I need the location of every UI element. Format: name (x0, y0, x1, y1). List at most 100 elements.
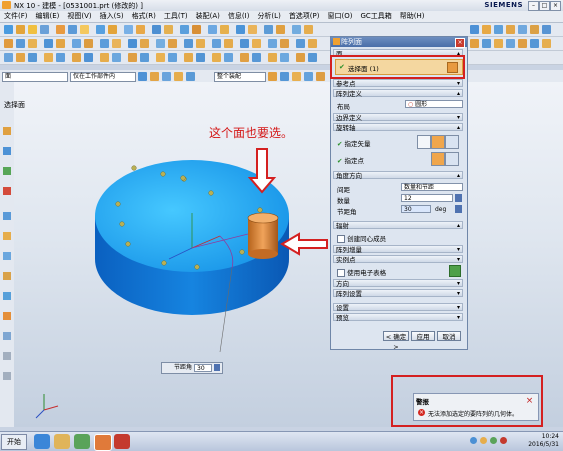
layout-select[interactable]: ○ 圆形 (405, 100, 463, 108)
filter-options-icon[interactable] (162, 72, 171, 81)
datum-plane-icon[interactable] (264, 25, 273, 34)
law-extension-icon[interactable] (140, 39, 149, 48)
ellipse-icon[interactable] (72, 53, 81, 62)
settings-nav-icon[interactable] (3, 372, 11, 380)
vector-dialog-icon[interactable] (417, 135, 431, 149)
snap-point-icon[interactable] (316, 72, 325, 81)
mirror-feature-icon[interactable] (136, 25, 145, 34)
delete-face-icon[interactable] (220, 25, 229, 34)
inferred-point-icon[interactable] (445, 152, 459, 166)
through-curve-mesh-icon[interactable] (16, 39, 25, 48)
move-to-layer-icon[interactable] (482, 39, 491, 48)
sew-icon[interactable] (84, 39, 93, 48)
nx-taskbar-icon[interactable] (94, 434, 112, 451)
part-navigator-icon[interactable] (3, 127, 11, 135)
assembly-navigator-icon[interactable] (3, 147, 11, 155)
count-dropdown-icon[interactable] (455, 194, 462, 202)
apply-button[interactable]: 应用 (411, 331, 435, 341)
powerpoint-icon[interactable] (114, 434, 130, 449)
maximize-button[interactable]: □ (539, 1, 550, 11)
history-icon[interactable] (3, 232, 11, 240)
section-radiate[interactable]: 辐射 ▴ (333, 221, 463, 230)
pitch-angle-input[interactable]: 30 (401, 205, 431, 213)
tray-volume-icon[interactable] (480, 437, 487, 444)
section-array-definition[interactable]: 阵列定义 ▴ (333, 89, 463, 98)
point-dialog-icon[interactable] (431, 152, 445, 166)
menu-view[interactable]: 视图(V) (63, 11, 95, 22)
section-curve-icon[interactable] (168, 53, 177, 62)
section-pattern-increment[interactable]: 阵列增量 ▾ (333, 245, 463, 254)
app-icon[interactable] (74, 434, 90, 449)
bridge-curve-icon[interactable] (184, 53, 193, 62)
point-icon[interactable] (304, 25, 313, 34)
snap-center-icon[interactable] (292, 72, 301, 81)
boolean-unite-icon[interactable] (56, 25, 65, 34)
create-concentric-row[interactable]: 创建同心成员 (337, 233, 386, 243)
menu-file[interactable]: 文件(F) (0, 11, 32, 22)
chamfer-icon[interactable] (96, 25, 105, 34)
orient-view-icon[interactable] (542, 25, 551, 34)
pitch-popup-input[interactable]: 30 (194, 364, 212, 372)
type-filter-select[interactable]: 面 (2, 72, 68, 82)
select-all-icon[interactable] (150, 72, 159, 81)
constraint-navigator-icon[interactable] (3, 167, 11, 175)
fill-surface-icon[interactable] (240, 39, 249, 48)
explorer-icon[interactable] (54, 434, 70, 449)
selected-cylinder[interactable] (247, 212, 279, 259)
menu-format[interactable]: 格式(R) (128, 11, 160, 22)
face-blend-icon[interactable] (168, 39, 177, 48)
wrap-curve-icon[interactable] (308, 53, 317, 62)
specify-vector-row[interactable]: ✔ 指定矢量 (337, 138, 371, 148)
n-sided-surface-icon[interactable] (184, 39, 193, 48)
face-rule-icon[interactable] (174, 72, 183, 81)
boolean-subtract-icon[interactable] (68, 25, 77, 34)
x-form-icon[interactable] (296, 39, 305, 48)
silhouette-flange-icon[interactable] (156, 39, 165, 48)
polygon-icon[interactable] (56, 53, 65, 62)
static-wireframe-icon[interactable] (530, 25, 539, 34)
circle-icon[interactable] (28, 53, 37, 62)
cylinder-side-face[interactable] (248, 218, 278, 254)
datum-axis-icon[interactable] (276, 25, 285, 34)
reuse-library-icon[interactable] (3, 187, 11, 195)
swept-icon[interactable] (28, 39, 37, 48)
section-reference-point[interactable]: 参考点 ▾ (333, 79, 463, 88)
move-face-icon[interactable] (208, 25, 217, 34)
ruled-icon[interactable] (212, 39, 221, 48)
pitch-popup-dropdown-icon[interactable] (214, 364, 220, 371)
section-surface-icon[interactable] (196, 39, 205, 48)
revolve-icon[interactable] (28, 25, 37, 34)
sogou-icon[interactable] (34, 434, 50, 449)
section-boundary[interactable]: 边界定义 ▾ (333, 113, 463, 122)
snap-mid-icon[interactable] (280, 72, 289, 81)
pitch-dropdown-icon[interactable] (455, 205, 462, 213)
measure-body-icon[interactable] (518, 39, 527, 48)
tray-security-icon[interactable] (490, 437, 497, 444)
sketch-icon[interactable] (4, 25, 13, 34)
extract-curve-icon[interactable] (252, 53, 261, 62)
taskbar-clock[interactable]: 10:24 2016/5/31 (528, 433, 559, 449)
datum-csys-icon[interactable] (292, 25, 301, 34)
bounded-plane-icon[interactable] (56, 39, 65, 48)
transition-icon[interactable] (252, 39, 261, 48)
minimize-button[interactable]: – (528, 1, 539, 11)
extract-geometry-icon[interactable] (128, 39, 137, 48)
roles-icon[interactable] (3, 312, 11, 320)
web-browser-icon[interactable] (3, 212, 11, 220)
text-icon[interactable] (112, 53, 121, 62)
offset-curve-icon[interactable] (128, 53, 137, 62)
ok-button[interactable]: < 确定 > (383, 331, 409, 351)
count-input[interactable]: 12 (401, 194, 453, 202)
divide-curve-icon[interactable] (224, 53, 233, 62)
wcs-icon[interactable] (542, 39, 551, 48)
menu-window[interactable]: 窗口(O) (324, 11, 357, 22)
section-preview[interactable]: 预览 ▾ (333, 313, 463, 322)
scale-curve-icon[interactable] (280, 53, 289, 62)
trimmed-sheet-icon[interactable] (72, 39, 81, 48)
styled-blend-icon[interactable] (268, 39, 277, 48)
pattern-face-icon[interactable] (236, 25, 245, 34)
system-materials-icon[interactable] (3, 252, 11, 260)
menu-analysis[interactable]: 分析(L) (253, 11, 284, 22)
section-angular-direction[interactable]: 角度方向 ▴ (333, 171, 463, 180)
scope-filter-select[interactable]: 仅在工作部件内 (70, 72, 136, 82)
